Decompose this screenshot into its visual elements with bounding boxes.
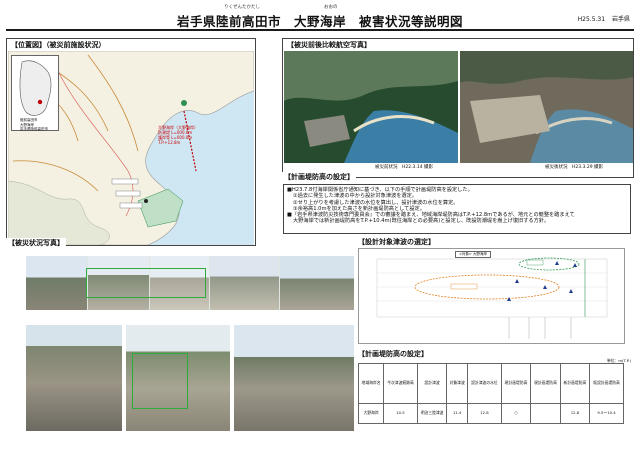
- page-title: 岩手県陸前高田市 大野海岸 被害状況等説明図: [176, 14, 463, 29]
- plan-height-heading: 【計画堤防高の設定】: [282, 172, 356, 182]
- panorama-segment: [26, 256, 88, 310]
- date-issuer: H25.5.31 岩手県: [578, 14, 630, 23]
- aerial-photo-before: [284, 51, 458, 163]
- plan-height-table: 地域海岸名 今次津波痕跡高 設計津波 対象津波 設計津波の水位 現計画堤防高 現…: [357, 363, 624, 424]
- damage-photo-seawall: [26, 325, 122, 431]
- damage-panel: 【被災状況写真】: [6, 238, 354, 446]
- inset-caption: 陸前高田市 大野海岸 岩手県陸前高田市: [20, 118, 48, 132]
- header-cell: 現計画堤防高: [500, 363, 532, 404]
- table-cell: 11.4: [446, 403, 469, 424]
- table-cell: 9.5〜10.4: [589, 403, 624, 424]
- location-heading: 【位置図】（被災前施設状況）: [9, 40, 108, 50]
- title-rule: [6, 29, 634, 31]
- plan-height-text: ■H23.7.8付海岸関係省庁通知に基づき、以下の手順で計画堤防高を設定した。 …: [283, 184, 631, 234]
- table-cell: 12.8: [559, 403, 591, 424]
- tsunami-panel: 【設計対象津波の選定】 <対象> 大野海岸: [356, 237, 634, 344]
- aerial-heading: 【被災前後比較航空写真】: [285, 40, 373, 50]
- issuer-name: 岩手県: [611, 16, 630, 23]
- table-cell: ○: [500, 403, 532, 424]
- table-cell: 大野海岸: [357, 403, 385, 424]
- damage-photo-embankment: [126, 325, 230, 431]
- title-ruby-coast: おおの: [324, 5, 338, 10]
- table-row: 大野海岸 10.5 明治三陸津波 11.4 12.8 ○ 12.8 9.5〜10…: [357, 403, 624, 424]
- table-header-row: 地域海岸名 今次津波痕跡高 設計津波 対象津波 設計津波の水位 現計画堤防高 現…: [357, 363, 624, 404]
- highlight-box: [132, 353, 188, 409]
- title-ruby-city: りくぜんたかたし: [224, 5, 260, 10]
- aerial-after-graphic: [460, 51, 633, 163]
- header-cell: 現計画堤防高: [530, 363, 561, 404]
- issue-date: H25.5.31: [577, 16, 606, 23]
- aerial-before-graphic: [284, 51, 458, 163]
- highlight-box: [86, 268, 206, 298]
- tsunami-heading: 【設計対象津波の選定】: [356, 237, 437, 247]
- plan-table-heading: 【計画堤防高の設定】: [356, 349, 430, 359]
- table-cell: 10.5: [383, 403, 418, 424]
- aerial-after-caption: 被災後状況 H23.3.29 撮影: [545, 165, 603, 170]
- inset-locator-map: 陸前高田市 大野海岸 岩手県陸前高田市: [11, 55, 59, 131]
- header-cell: 設計津波: [416, 363, 448, 404]
- table-cell: 明治三陸津波: [416, 403, 448, 424]
- header-cell: 今次津波痕跡高: [383, 363, 418, 404]
- tsunami-chart: <対象> 大野海岸: [358, 248, 625, 344]
- damage-heading: 【被災状況写真】: [6, 238, 66, 248]
- header-cell: 地域海岸名: [357, 363, 385, 404]
- text-line: 大野海岸では新計画堤防高をT.P.+10.4m(既往海岸との必要高)と設定し、既…: [293, 218, 550, 225]
- chart-graphic: [376, 257, 608, 339]
- header-cell: 既設計画堤防高: [589, 363, 624, 404]
- header-cell: 設計津波の水位: [467, 363, 502, 404]
- aerial-photo-after: [460, 51, 633, 163]
- damage-photo-wall: [234, 325, 354, 431]
- plan-height-panel: 【計画堤防高の設定】 ■H23.7.8付海岸関係省庁通知に基づき、以下の手順で計…: [282, 172, 634, 237]
- title-bar: りくぜんたかたし おおの 岩手県陸前高田市 大野海岸 被害状況等説明図 H25.…: [6, 4, 634, 31]
- inset-caption-line: 岩手県陸前高田市: [20, 127, 48, 131]
- panorama-segment: [210, 256, 280, 310]
- aerial-before-caption: 被災前状況 H22.3.14 撮影: [375, 165, 433, 170]
- header-cell: 新計画堤防高: [559, 363, 591, 404]
- location-panel: 【位置図】（被災前施設状況） 陸前高田市 大野海岸 岩手県陸前高田市 大野海岸（…: [6, 38, 256, 246]
- panorama-photo: [26, 256, 354, 310]
- panorama-segment: [280, 256, 354, 310]
- location-map: 陸前高田市 大野海岸 岩手県陸前高田市 大野海岸（大野海岸） 防潮堤 L=000…: [8, 51, 254, 245]
- annotation-line: T.P.+12.8m: [158, 140, 181, 145]
- table-cell: [530, 403, 561, 424]
- plan-table-panel: 【計画堤防高の設定】 単位：m(T.P.) 地域海岸名 今次津波痕跡高 設計津波…: [356, 349, 634, 446]
- header-cell: 対象津波: [446, 363, 469, 404]
- table-cell: 12.8: [467, 403, 502, 424]
- map-annotation: 大野海岸（大野海岸） 防潮堤 L=000.0m 護岸等 L=000.0m T.P…: [158, 125, 198, 145]
- aerial-panel: 【被災前後比較航空写真】 被災前状況 H22.3.14 撮影 被災後状況 H23…: [282, 38, 634, 178]
